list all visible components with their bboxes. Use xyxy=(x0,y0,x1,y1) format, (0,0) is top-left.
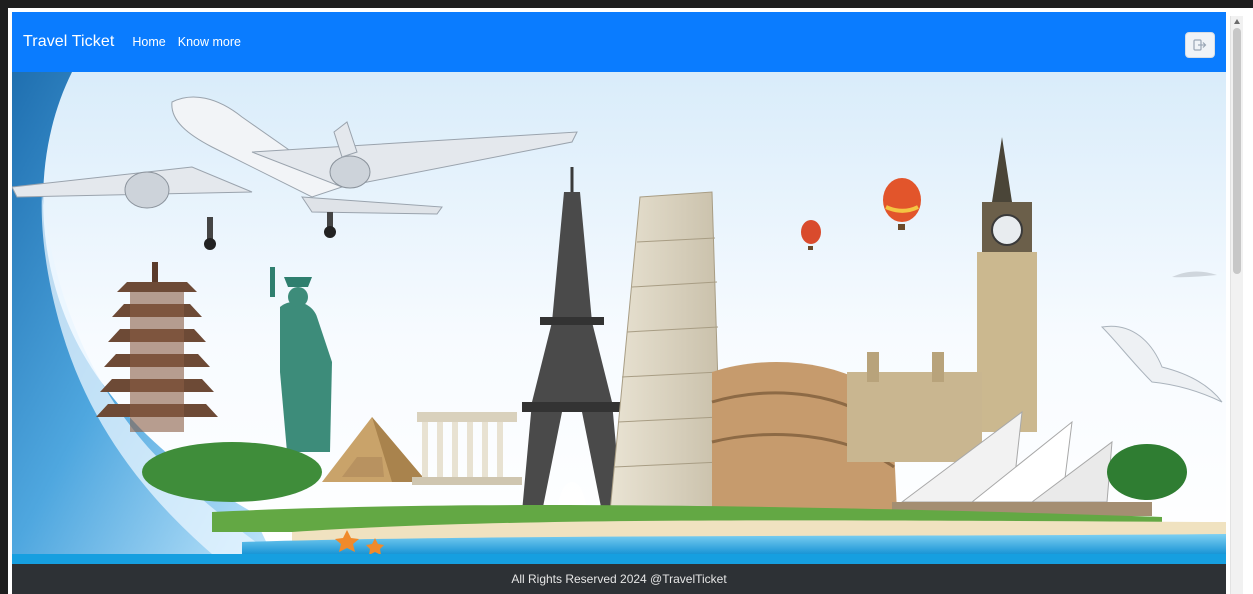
travel-landmarks-illustration xyxy=(12,72,1226,554)
scroll-up-arrow-icon[interactable] xyxy=(1234,19,1240,24)
footer: All Rights Reserved 2024 @TravelTicket xyxy=(12,564,1226,594)
browser-viewport: Travel Ticket Home Know more All Rights … xyxy=(8,8,1253,594)
navbar: Travel Ticket Home Know more xyxy=(12,12,1226,72)
vertical-scrollbar[interactable] xyxy=(1230,16,1243,594)
footer-copyright: All Rights Reserved 2024 @TravelTicket xyxy=(511,572,727,586)
page: Travel Ticket Home Know more All Rights … xyxy=(12,12,1226,594)
nav-link-home[interactable]: Home xyxy=(132,35,165,49)
nav-link-know-more[interactable]: Know more xyxy=(178,35,241,49)
logout-icon xyxy=(1193,39,1207,51)
hero-image xyxy=(12,72,1226,554)
logout-button[interactable] xyxy=(1185,32,1215,58)
scroll-thumb[interactable] xyxy=(1233,28,1241,274)
hero-bottom-band xyxy=(12,554,1226,564)
brand-link[interactable]: Travel Ticket xyxy=(23,33,114,51)
